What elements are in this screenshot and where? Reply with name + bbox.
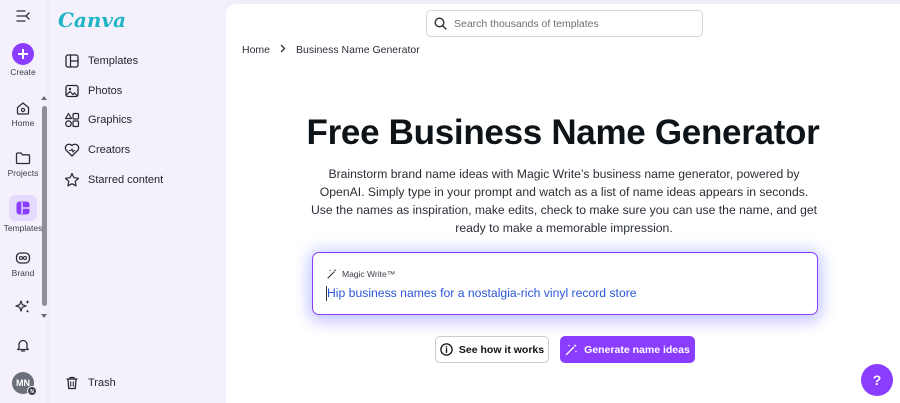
folder-icon [15, 152, 31, 165]
panel-item-graphics[interactable]: Graphics [64, 110, 132, 130]
main-content: Home Business Name Generator Free Busine… [226, 4, 900, 403]
trash-icon [64, 375, 80, 391]
breadcrumb-home[interactable]: Home [242, 44, 270, 56]
templates-label: Templates [3, 223, 43, 233]
breadcrumb: Home Business Name Generator [242, 44, 420, 56]
photo-icon [64, 83, 80, 99]
left-rail: Create Home Projects Templates Brand MN … [0, 0, 46, 403]
see-how-label: See how it works [458, 343, 545, 356]
notifications-button[interactable] [0, 337, 46, 353]
plus-icon [12, 43, 34, 65]
help-button[interactable]: ? [861, 364, 893, 396]
magic-write-label: Magic Write™ [342, 268, 396, 279]
star-icon [64, 172, 80, 188]
panel-item-trash[interactable]: Trash [64, 373, 116, 393]
projects-label: Projects [7, 168, 39, 178]
bell-icon [17, 339, 29, 352]
templates-icon [9, 195, 37, 221]
magic-wand-icon [327, 269, 337, 279]
panel-item-label: Templates [88, 55, 139, 67]
menu-collapse-button[interactable] [0, 10, 46, 22]
page-description: Brainstorm brand name ideas with Magic W… [310, 167, 818, 235]
panel-item-starred[interactable]: Starred content [64, 170, 163, 190]
generate-name-ideas-button[interactable]: Generate name ideas [560, 336, 695, 363]
magic-write-prompt-box[interactable]: Magic Write™ Hip business names for a no… [312, 252, 818, 315]
generate-label: Generate name ideas [584, 343, 690, 356]
info-icon [440, 343, 453, 356]
avatar-badge: N [27, 386, 37, 396]
scrollbar-thumb[interactable] [42, 106, 47, 306]
magic-write-input[interactable]: Hip business names for a nostalgia-rich … [327, 286, 637, 300]
search-icon [434, 17, 447, 30]
canva-logo[interactable]: Canva [58, 8, 126, 32]
home-icon [16, 102, 30, 115]
sparkles-icon [15, 300, 30, 313]
page-title: Free Business Name Generator [306, 113, 820, 152]
account-button[interactable]: MN N [0, 372, 46, 396]
scroll-down-arrow[interactable] [41, 314, 47, 318]
panel-item-label: Trash [88, 377, 116, 389]
rail-scrollbar[interactable] [41, 96, 47, 318]
rail-item-templates[interactable]: Templates [0, 195, 46, 233]
panel-item-label: Photos [88, 85, 123, 97]
avatar: MN N [12, 372, 37, 396]
search-input[interactable] [454, 17, 684, 30]
breadcrumb-current: Business Name Generator [296, 44, 420, 56]
search-bar[interactable] [426, 10, 703, 37]
create-label: Create [10, 67, 36, 77]
template-doc-icon [64, 53, 80, 69]
chevron-right-icon [280, 44, 286, 56]
magic-write-label-row: Magic Write™ [327, 268, 395, 279]
home-label: Home [11, 118, 35, 128]
rail-item-magic[interactable] [0, 298, 46, 316]
create-button[interactable]: Create [0, 43, 46, 77]
shapes-icon [64, 112, 80, 128]
panel-item-label: Creators [88, 144, 131, 156]
magic-wand-icon [565, 344, 578, 356]
brand-icon [15, 252, 31, 264]
brand-label: Brand [11, 268, 35, 278]
menu-collapse-icon [16, 10, 30, 22]
see-how-it-works-button[interactable]: See how it works [435, 336, 549, 363]
panel-item-photos[interactable]: Photos [64, 81, 122, 101]
rail-item-projects[interactable]: Projects [0, 150, 46, 178]
heart-icon [64, 142, 80, 158]
panel-item-creators[interactable]: Creators [64, 140, 130, 160]
scroll-up-arrow[interactable] [41, 96, 47, 100]
panel-item-label: Graphics [88, 114, 133, 126]
panel-item-label: Starred content [88, 174, 164, 186]
rail-item-home[interactable]: Home [0, 100, 46, 128]
panel-item-templates[interactable]: Templates [64, 51, 138, 71]
rail-item-brand[interactable]: Brand [0, 250, 46, 278]
